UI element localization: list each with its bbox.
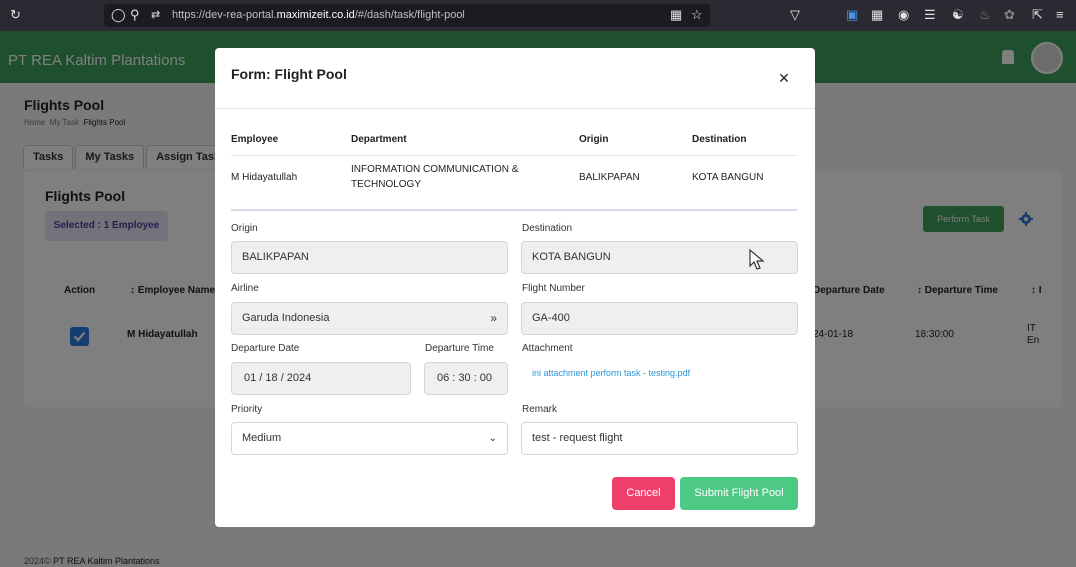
departure-time-field[interactable]: 06 : 30 : 00 xyxy=(424,362,508,395)
airline-value: Garuda Indonesia xyxy=(242,312,330,324)
extension-puzzle-icon[interactable]: ♨ xyxy=(979,8,991,22)
cell-department-line2: TECHNOLOGY xyxy=(351,179,422,190)
divider xyxy=(231,155,797,156)
extension-icon[interactable]: ▣ xyxy=(846,8,858,22)
chevron-down-icon: ⌄ xyxy=(488,433,497,444)
flight-number-label: Flight Number xyxy=(522,283,585,294)
cell-employee: M Hidayatullah xyxy=(231,172,298,183)
sync-icon[interactable]: ☯ xyxy=(952,8,964,22)
menu-icon[interactable]: ≡ xyxy=(1056,8,1064,22)
cell-origin: BALIKPAPAN xyxy=(579,172,640,183)
settings-icon[interactable]: ✿ xyxy=(1004,8,1015,22)
double-chevron-icon: » xyxy=(490,311,497,325)
attachment-link[interactable]: ini attachment perform task - testing.pd… xyxy=(532,368,690,378)
mouse-cursor-icon xyxy=(749,248,765,270)
airline-label: Airline xyxy=(231,283,259,294)
connection-icon: ⇄ xyxy=(151,9,161,21)
reload-icon[interactable]: ↻ xyxy=(10,8,21,22)
header-origin: Origin xyxy=(579,134,609,145)
url-prefix: https://dev-rea-portal. xyxy=(172,9,277,21)
pocket-icon[interactable]: ▽ xyxy=(790,8,800,22)
departure-time-label: Departure Time xyxy=(425,343,494,354)
departure-date-field[interactable]: 01 / 18 / 2024 xyxy=(231,362,411,395)
account-icon[interactable]: ◉ xyxy=(898,8,909,22)
priority-label: Priority xyxy=(231,404,263,415)
flight-pool-modal: Form: Flight Pool ✕ Employee Department … xyxy=(215,48,815,527)
flight-number-field[interactable]: GA-400 xyxy=(521,302,798,335)
origin-label: Origin xyxy=(231,223,258,234)
destination-label: Destination xyxy=(522,223,573,234)
divider xyxy=(231,209,797,211)
priority-select[interactable]: Medium ⌄ xyxy=(231,422,508,455)
remark-label: Remark xyxy=(522,404,558,415)
airline-select[interactable]: Garuda Indonesia » xyxy=(231,302,508,335)
address-bar[interactable]: ◯ ⚲ ⇄ https://dev-rea-portal.maximizeit.… xyxy=(104,4,710,27)
close-icon[interactable]: ✕ xyxy=(777,71,791,85)
qr-code-icon[interactable]: ▦ xyxy=(670,8,682,22)
priority-value: Medium xyxy=(242,432,282,444)
header-employee: Employee xyxy=(231,134,279,145)
cancel-button[interactable]: Cancel xyxy=(612,477,675,510)
remark-field[interactable]: test - request flight xyxy=(521,422,798,455)
cell-department-line1: INFORMATION COMMUNICATION & xyxy=(351,164,519,175)
extension-grid-icon[interactable]: ▦ xyxy=(871,8,883,22)
bookmark-star-icon[interactable]: ☆ xyxy=(691,8,703,22)
share-icon[interactable]: ⇱ xyxy=(1032,8,1043,22)
modal-title: Form: Flight Pool xyxy=(231,66,347,82)
url-text: https://dev-rea-portal.maximizeit.co.id/… xyxy=(172,9,465,21)
library-icon[interactable]: ☰ xyxy=(924,8,936,22)
shield-icon: ◯ xyxy=(111,7,126,22)
url-domain: maximizeit.co.id xyxy=(276,9,355,21)
header-department: Department xyxy=(351,134,407,145)
attachment-label: Attachment xyxy=(522,343,573,354)
departure-date-label: Departure Date xyxy=(231,343,300,354)
url-path: /#/dash/task/flight-pool xyxy=(354,9,465,21)
origin-field[interactable]: BALIKPAPAN xyxy=(231,241,508,274)
divider xyxy=(215,108,815,109)
browser-toolbar: ↻ ◯ ⚲ ⇄ https://dev-rea-portal.maximizei… xyxy=(0,0,1076,31)
submit-flight-pool-button[interactable]: Submit Flight Pool xyxy=(680,477,798,510)
lock-icon: ⚲ xyxy=(130,7,140,22)
header-destination: Destination xyxy=(692,134,747,145)
cell-destination: KOTA BANGUN xyxy=(692,172,764,183)
